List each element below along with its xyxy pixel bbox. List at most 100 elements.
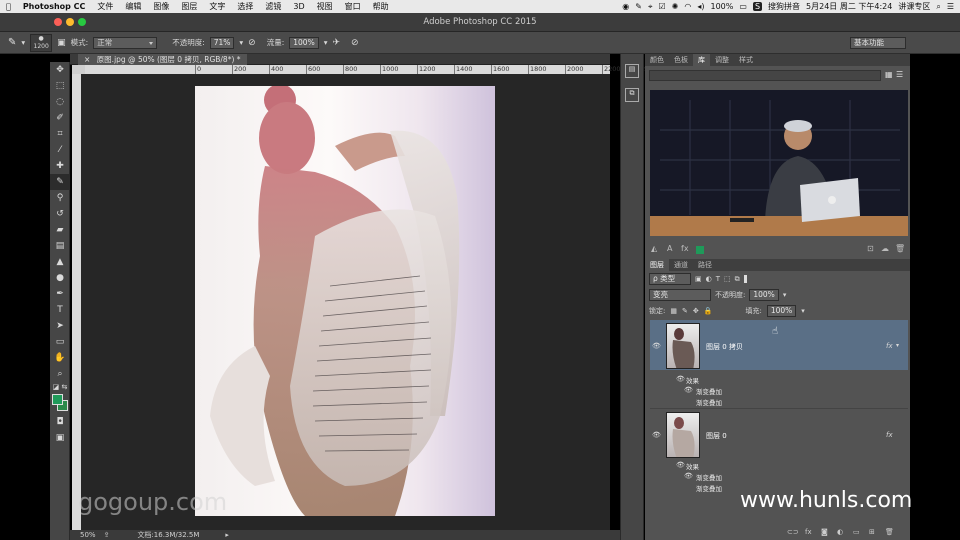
filter-type-icon[interactable]: T <box>716 275 720 283</box>
app-menu[interactable]: Photoshop CC <box>17 2 92 11</box>
brush-panel-toggle-icon[interactable]: ▣ <box>57 38 66 48</box>
marquee-tool-icon[interactable]: ⬚ <box>50 78 70 94</box>
layer-thumbnail[interactable] <box>666 412 700 458</box>
shape-tool-icon[interactable]: ▭ <box>50 334 70 350</box>
lock-position-icon[interactable]: ✥ <box>693 307 699 315</box>
tab-color[interactable]: 颜色 <box>645 54 669 66</box>
apple-icon[interactable]:  <box>0 2 17 11</box>
filter-pixel-icon[interactable]: ▣ <box>695 275 702 283</box>
tab-swatches[interactable]: 色板 <box>669 54 693 66</box>
status-menu-arrow-icon[interactable]: ▸ <box>225 531 229 539</box>
opacity-slider-arrow-icon[interactable]: ▾ <box>239 38 243 47</box>
filter-shape-icon[interactable]: ⬚ <box>724 275 731 283</box>
checkbox-icon[interactable]: ☑ <box>659 2 666 11</box>
add-style-icon[interactable]: fx <box>805 528 812 536</box>
layer-style-icon[interactable]: fx <box>681 244 689 253</box>
layer-opacity-arrow-icon[interactable]: ▾ <box>783 291 787 299</box>
fill-arrow-icon[interactable]: ▾ <box>801 307 805 315</box>
tab-adjustments[interactable]: 调整 <box>710 54 734 66</box>
layer-thumbnail[interactable] <box>666 323 700 369</box>
new-group-icon[interactable]: ▭ <box>853 528 860 536</box>
menu-3d[interactable]: 3D <box>287 2 310 11</box>
visibility-eye-icon[interactable]: 👁 <box>652 342 661 350</box>
fill-field[interactable]: 100% <box>766 305 797 317</box>
tab-layers[interactable]: 图层 <box>645 259 669 271</box>
library-preview-image[interactable] <box>650 90 908 236</box>
ime-icon[interactable]: S <box>752 2 763 11</box>
pressure-opacity-icon[interactable]: ⊘ <box>248 38 256 48</box>
horizontal-ruler[interactable]: 0 200 400 600 800 1000 1200 1400 1600 1800 2000 220… <box>85 65 695 74</box>
flow-slider-arrow-icon[interactable]: ▾ <box>324 38 328 47</box>
properties-panel-icon[interactable]: ⧉ <box>625 88 639 102</box>
opacity-field[interactable]: 71% <box>209 36 235 49</box>
pin-icon[interactable]: ⌖ <box>648 2 653 12</box>
tab-channels[interactable]: 通道 <box>669 259 693 271</box>
grid-view-icon[interactable]: ▦ <box>885 70 893 79</box>
library-select[interactable] <box>649 70 881 81</box>
layer-name[interactable]: 图层 0 拷贝 <box>706 342 743 352</box>
new-layer-icon[interactable]: ⊞ <box>869 528 875 536</box>
filter-adjust-icon[interactable]: ◐ <box>706 275 712 283</box>
menu-window[interactable]: 窗口 <box>339 1 367 12</box>
color-icon[interactable] <box>696 246 704 254</box>
hand-tool-icon[interactable]: ✋ <box>50 350 70 366</box>
blur-tool-icon[interactable]: ▲ <box>50 254 70 270</box>
battery-icon[interactable]: ▭ <box>739 2 747 11</box>
default-colors-icon[interactable]: ◪ ⇆ <box>50 382 70 392</box>
list-icon[interactable]: ☰ <box>947 2 954 11</box>
gradient-tool-icon[interactable]: ▤ <box>50 238 70 254</box>
filter-smart-icon[interactable]: ⧉ <box>735 275 740 284</box>
path-select-tool-icon[interactable]: ➤ <box>50 318 70 334</box>
history-brush-tool-icon[interactable]: ↺ <box>50 206 70 222</box>
record-icon[interactable]: ◉ <box>622 2 629 11</box>
zoom-window-button[interactable] <box>78 18 86 26</box>
menu-view[interactable]: 视图 <box>311 1 339 12</box>
workspace-switcher[interactable]: 基本功能 <box>850 36 906 49</box>
close-tab-icon[interactable]: × <box>84 55 90 64</box>
char-style-icon[interactable]: A <box>667 244 672 253</box>
tab-libraries[interactable]: 库 <box>693 54 710 66</box>
layer-opacity-field[interactable]: 100% <box>749 289 779 301</box>
eyedropper-tool-icon[interactable]: ⁄ <box>50 142 70 158</box>
cloud-icon[interactable]: ☁ <box>881 244 889 253</box>
layer-fx-badge[interactable]: fx <box>886 342 893 350</box>
healing-brush-tool-icon[interactable]: ✚ <box>50 158 70 174</box>
zoom-level[interactable]: 50% <box>80 531 96 539</box>
tool-preset-arrow-icon[interactable]: ▾ <box>21 38 25 47</box>
share-icon[interactable]: ⇪ <box>104 531 110 539</box>
spotlight-icon[interactable]: ⌕ <box>936 2 940 12</box>
blend-mode-select[interactable]: 变亮 <box>649 289 711 301</box>
lock-transparent-icon[interactable]: ▦ <box>670 307 677 315</box>
lasso-tool-icon[interactable]: ◌ <box>50 94 70 110</box>
effects-eye-icon[interactable]: 👁 <box>676 375 685 383</box>
list-view-icon[interactable]: ☰ <box>896 70 903 79</box>
menu-type[interactable]: 文字 <box>203 1 231 12</box>
add-mask-icon[interactable]: ◙ <box>821 528 828 536</box>
close-window-button[interactable] <box>54 18 62 26</box>
doc-size[interactable]: 文档:16.3M/32.5M <box>137 530 199 540</box>
ruler-corner[interactable] <box>72 65 85 74</box>
delete-layer-icon[interactable]: 🗑 <box>885 528 894 536</box>
pen-icon[interactable]: ✎ <box>635 2 642 11</box>
effect-eye-icon[interactable]: 👁 <box>684 472 693 480</box>
eraser-tool-icon[interactable]: ▰ <box>50 222 70 238</box>
pressure-size-icon[interactable]: ⊘ <box>351 38 359 48</box>
airbrush-icon[interactable]: ✈ <box>332 38 340 48</box>
effects-eye-icon[interactable]: 👁 <box>676 461 685 469</box>
vertical-ruler[interactable] <box>72 74 81 530</box>
volume-icon[interactable]: ◂) <box>697 2 704 11</box>
effect-gradient-overlay[interactable]: 渐变叠加 <box>696 472 722 482</box>
layer-expand-icon[interactable]: ▾ <box>896 342 899 349</box>
brush-tool-icon[interactable]: ✎ <box>50 174 70 190</box>
layer-filter-select[interactable]: ρ 类型 <box>649 273 691 285</box>
user-menu[interactable]: 讲课专区 <box>898 1 930 12</box>
brush-preset-picker[interactable]: ● 1200 <box>30 33 53 52</box>
quick-mask-icon[interactable]: ◘ <box>50 414 70 430</box>
layer-row-base[interactable]: 👁 图层 0 fx <box>650 408 908 458</box>
history-panel-icon[interactable]: ▤ <box>625 64 639 78</box>
zoom-tool-icon[interactable]: ⌕ <box>50 366 70 382</box>
adjustment-layer-icon[interactable]: ◐ <box>837 528 843 536</box>
effect-eye-icon[interactable]: 👁 <box>684 386 693 394</box>
visibility-eye-icon[interactable]: 👁 <box>652 431 661 439</box>
wifi-icon[interactable]: ◠ <box>684 2 691 11</box>
